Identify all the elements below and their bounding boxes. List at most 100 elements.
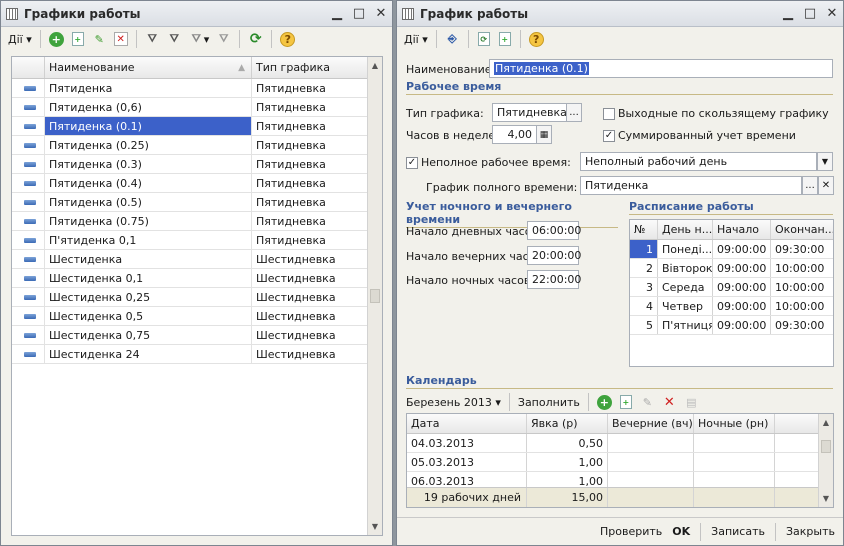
type-field[interactable]: Пятидневка	[492, 103, 568, 122]
table-row[interactable]: Пятиденка Пятидневка	[12, 79, 368, 98]
calendar-delete-button[interactable]: ✕	[660, 392, 679, 412]
left-scrollbar[interactable]: ▲ ▼	[367, 57, 382, 535]
actions-menu[interactable]: Дії ▾	[6, 29, 34, 49]
scroll-down-arrow[interactable]: ▼	[368, 518, 382, 535]
actions-menu[interactable]: Дії ▾	[402, 29, 430, 49]
footer-total: 15,00	[527, 488, 608, 507]
table-row[interactable]: Пятиденка (0.4) Пятидневка	[12, 174, 368, 193]
name-field[interactable]: Пятиденка (0.1)	[489, 59, 833, 78]
close-button[interactable]: Закрыть	[786, 525, 835, 538]
calendar-add-button[interactable]: +	[595, 392, 614, 412]
table-row[interactable]: Пятиденка (0.5) Пятидневка	[12, 193, 368, 212]
partial-dropdown-button[interactable]: ▼	[817, 152, 833, 171]
calendar-evening-cell	[608, 434, 694, 452]
minimize-button[interactable]: ▁	[777, 4, 799, 24]
table-row[interactable]: Шестиденка 0,75 Шестидневка	[12, 326, 368, 345]
schedule-col-start[interactable]: Начало	[713, 220, 771, 239]
calendar-row[interactable]: 06.03.2013 1,00	[407, 472, 818, 487]
calendar-col-date[interactable]: Дата	[407, 414, 527, 433]
table-row[interactable]: Шестиденка 24 Шестидневка	[12, 345, 368, 364]
fulltime-select-button[interactable]: ...	[802, 176, 818, 195]
fulltime-field[interactable]: Пятиденка	[580, 176, 802, 195]
save-button[interactable]: Записать	[711, 525, 765, 538]
filter-by-value-button[interactable]: ⛛	[165, 29, 184, 49]
add-button[interactable]: +	[47, 29, 66, 49]
calendar-col-night[interactable]: Ночные (рн)	[694, 414, 775, 433]
calendar-end-edit-button[interactable]: ▤	[682, 392, 701, 412]
table-row[interactable]: Пятиденка (0.25) Пятидневка	[12, 136, 368, 155]
type-select-button[interactable]: ...	[566, 103, 582, 122]
table-row[interactable]: Пятиденка (0.3) Пятидневка	[12, 155, 368, 174]
ok-button[interactable]: OK	[672, 525, 690, 538]
scroll-down-arrow[interactable]: ▼	[819, 490, 833, 507]
table-row[interactable]: Шестиденка 0,25 Шестидневка	[12, 288, 368, 307]
minimize-button[interactable]: ▁	[326, 4, 348, 24]
row-name-cell: Пятиденка (0.1)	[45, 117, 252, 135]
calendar-header: Дата Явка (р) Вечерние (вч) Ночные (рн)	[407, 414, 818, 434]
fulltime-clear-button[interactable]: ✕	[818, 176, 834, 195]
day-start-field[interactable]: 06:00:00	[527, 221, 581, 240]
schedule-col-end[interactable]: Окончан...	[771, 220, 833, 239]
check-button[interactable]: Проверить	[600, 525, 662, 538]
night-start-field[interactable]: 22:00:00	[527, 270, 581, 289]
calendar-evening-cell	[608, 453, 694, 471]
copy-button[interactable]: +	[69, 29, 87, 49]
scroll-thumb[interactable]	[821, 440, 831, 453]
row-type-cell: Шестидневка	[252, 345, 368, 363]
calculator-button[interactable]: ▦	[536, 125, 552, 144]
schedule-row[interactable]: 1 Понеді... 09:00:00 09:30:00	[630, 240, 833, 259]
schedule-end-cell: 10:00:00	[775, 299, 825, 313]
close-window-button[interactable]: ✕	[821, 4, 843, 24]
hours-field[interactable]: 4,00	[492, 125, 537, 144]
row-name-cell: Шестиденка 0,1	[45, 269, 252, 287]
actions-label: Дії	[8, 32, 23, 46]
schedule-row[interactable]: 3 Середа 09:00:00 10:00:00	[630, 278, 833, 297]
delete-button[interactable]: ✕	[112, 29, 130, 49]
scroll-up-arrow[interactable]: ▲	[368, 57, 382, 74]
evening-start-field[interactable]: 20:00:00	[527, 246, 581, 265]
column-header-name[interactable]: Наименование ▲	[45, 57, 252, 78]
calendar-col-evening[interactable]: Вечерние (вч)	[608, 414, 694, 433]
scroll-thumb[interactable]	[370, 289, 380, 303]
maximize-button[interactable]: □	[799, 4, 821, 24]
partial-select[interactable]: Неполный рабочий день	[580, 152, 817, 171]
scroll-up-arrow[interactable]: ▲	[819, 414, 833, 431]
calendar-col-presence[interactable]: Явка (р)	[527, 414, 608, 433]
calendar-row[interactable]: 04.03.2013 0,50	[407, 434, 818, 453]
row-type-cell: Шестидневка	[252, 326, 368, 344]
table-row[interactable]: Шестиденка Шестидневка	[12, 250, 368, 269]
summ-checkbox[interactable]: ✓ Суммированный учет времени	[603, 129, 796, 142]
schedule-col-day[interactable]: День н...	[658, 220, 713, 239]
help-button[interactable]: ?	[527, 29, 546, 49]
table-row[interactable]: Шестиденка 0,1 Шестидневка	[12, 269, 368, 288]
help-button[interactable]: ?	[278, 29, 297, 49]
sliding-checkbox[interactable]: Выходные по скользящему графику	[603, 107, 829, 120]
filter-history-button[interactable]: ⛛ ▾	[187, 29, 212, 49]
maximize-button[interactable]: □	[348, 4, 370, 24]
table-row[interactable]: Пятиденка (0,6) Пятидневка	[12, 98, 368, 117]
fill-button[interactable]: Заполнить	[516, 392, 582, 412]
table-row[interactable]: Пятиденка (0.75) Пятидневка	[12, 212, 368, 231]
schedule-row[interactable]: 5 П'ятниця 09:00:00 09:30:00	[630, 316, 833, 335]
edit-button[interactable]: ✎	[90, 29, 109, 49]
calendar-scrollbar[interactable]: ▲ ▼	[818, 414, 833, 507]
close-window-button[interactable]: ✕	[370, 4, 392, 24]
reread-button[interactable]: ⟳	[475, 29, 493, 49]
save-and-close-button[interactable]: ⎆	[443, 29, 462, 49]
refresh-button[interactable]: ⟳	[246, 29, 265, 49]
filter-settings-button[interactable]: ⛛	[143, 29, 162, 49]
calendar-copy-button[interactable]: +	[617, 392, 635, 412]
table-row[interactable]: Шестиденка 0,5 Шестидневка	[12, 307, 368, 326]
schedule-row[interactable]: 2 Вівторок 09:00:00 10:00:00	[630, 259, 833, 278]
schedule-row[interactable]: 4 Четвер 09:00:00 10:00:00	[630, 297, 833, 316]
table-row[interactable]: Пятиденка (0.1) Пятидневка	[12, 117, 368, 136]
clear-filter-button[interactable]: ⛛	[214, 29, 233, 49]
partial-checkbox[interactable]: ✓ Неполное рабочее время:	[406, 156, 571, 169]
table-row[interactable]: П'ятиденка 0,1 Пятидневка	[12, 231, 368, 250]
calendar-edit-button[interactable]: ✎	[638, 392, 657, 412]
column-header-type[interactable]: Тип графика	[252, 57, 368, 78]
calendar-row[interactable]: 05.03.2013 1,00	[407, 453, 818, 472]
month-selector[interactable]: Березень 2013 ▾	[404, 392, 503, 412]
copy-form-button[interactable]: +	[496, 29, 514, 49]
schedule-col-num[interactable]: №	[630, 220, 658, 239]
